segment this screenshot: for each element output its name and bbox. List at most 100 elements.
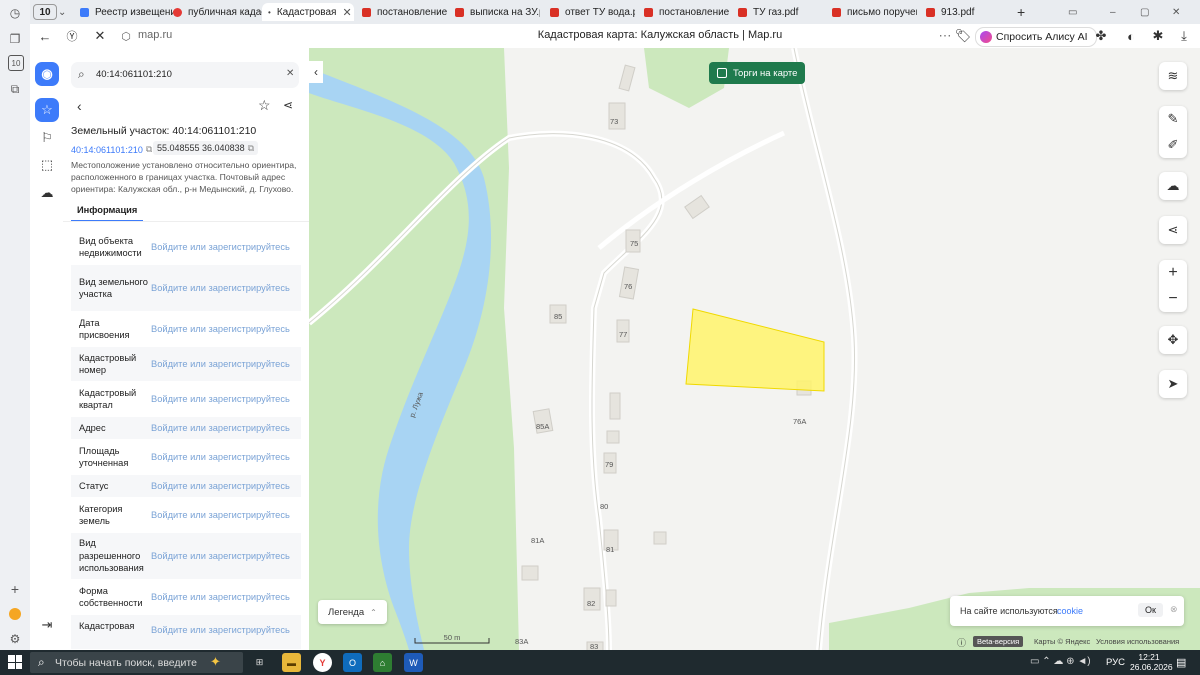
login-link[interactable]: Войдите или зарегистрируйтесь bbox=[151, 242, 290, 252]
coordinates-chip[interactable]: 55.048555 36.040838 ⧉ bbox=[153, 141, 259, 155]
history-icon[interactable]: ◷ bbox=[6, 4, 24, 22]
tab-registry[interactable]: Реестр извещени bbox=[80, 3, 180, 21]
mapru-logo-icon[interactable]: ◉ bbox=[35, 62, 59, 86]
search-input[interactable]: 40:14:061101:210 bbox=[96, 69, 172, 80]
collapse-panel-icon[interactable]: ‹ bbox=[309, 61, 323, 83]
login-icon[interactable]: ⇥ bbox=[35, 613, 59, 637]
alice-icon[interactable] bbox=[6, 605, 24, 623]
zoom-out-icon[interactable]: − bbox=[1168, 290, 1177, 308]
tab-pdf-1[interactable]: постановление б bbox=[362, 3, 447, 21]
selection-icon[interactable]: ⬚ bbox=[35, 153, 59, 177]
yandex-browser-icon[interactable]: Y bbox=[313, 653, 332, 672]
terms-link[interactable]: Условия использования bbox=[1096, 637, 1179, 646]
tabs-counter-icon[interactable]: 10 bbox=[8, 55, 24, 71]
favorite-star-icon[interactable]: ☆ bbox=[258, 97, 271, 114]
login-link[interactable]: Войдите или зарегистрируйтесь bbox=[151, 551, 290, 561]
tab-pdf-4[interactable]: постановление б bbox=[644, 3, 729, 21]
tab-public-cadastre[interactable]: публичная кадас bbox=[173, 3, 269, 21]
map-canvas[interactable]: р. Лужа 73 75 76 85 77 76А 85А 79 80 81А… bbox=[309, 48, 1200, 650]
file-explorer-icon[interactable]: ▬ bbox=[282, 653, 301, 672]
tab-pdf-5[interactable]: ТУ газ.pdf bbox=[738, 3, 823, 21]
layers-icon[interactable]: ≋ bbox=[1159, 62, 1187, 90]
tab-pdf-2[interactable]: выписка на ЗУ.pc bbox=[455, 3, 540, 21]
info-icon[interactable]: ⓘ bbox=[957, 636, 966, 649]
add-panel-icon[interactable]: + bbox=[6, 580, 24, 598]
url-text[interactable]: map.ru bbox=[138, 29, 172, 41]
notifications-icon[interactable]: ▤ bbox=[1176, 656, 1186, 669]
share-icon[interactable]: ⋖ bbox=[1159, 216, 1187, 244]
clock[interactable]: 12:21 26.06.2026 bbox=[1130, 652, 1173, 672]
route-icon[interactable]: ⚐ bbox=[35, 126, 59, 150]
selected-parcel[interactable] bbox=[685, 308, 825, 392]
cookie-link[interactable]: cookie bbox=[1057, 606, 1083, 616]
profile-icon[interactable]: ◐ bbox=[1123, 28, 1139, 44]
login-link[interactable]: Войдите или зарегистрируйтесь bbox=[151, 423, 290, 433]
login-link[interactable]: Войдите или зарегистрируйтесь bbox=[151, 283, 290, 293]
extension-icon[interactable]: ✤ bbox=[1093, 28, 1109, 44]
extensions-puzzle-icon[interactable]: ✱ bbox=[1150, 28, 1166, 44]
login-link[interactable]: Войдите или зарегистрируйтесь bbox=[151, 592, 290, 602]
login-link[interactable]: Войдите или зарегистрируйтесь bbox=[151, 324, 290, 334]
back-arrow-icon[interactable]: ← bbox=[37, 28, 53, 44]
cookie-ok-button[interactable]: Ок bbox=[1138, 603, 1163, 617]
outlook-icon[interactable]: O bbox=[343, 653, 362, 672]
search-box[interactable]: ⌕ 40:14:061101:210 ✕ bbox=[71, 62, 299, 88]
tray-icons[interactable]: ▭ ⌃ ☁ ⊕ ◄) bbox=[1030, 656, 1091, 667]
favorites-star-icon[interactable]: ☆ bbox=[35, 98, 59, 122]
close-tab-icon[interactable]: ✕ bbox=[342, 6, 351, 19]
screenshot-icon[interactable]: ⧉ bbox=[6, 80, 24, 98]
bookmark-icon[interactable]: 🏷 bbox=[955, 28, 972, 44]
cloud-upload-icon[interactable]: ☁ bbox=[1159, 172, 1187, 200]
windows-start-icon[interactable] bbox=[8, 655, 22, 669]
taskbar-search[interactable]: ⌕ Чтобы начать поиск, введите ✦ bbox=[30, 652, 243, 673]
yandex-badge-icon[interactable]: Ⓨ bbox=[64, 28, 80, 44]
login-link[interactable]: Войдите или зарегистрируйтесь bbox=[151, 510, 290, 520]
app-house-icon[interactable]: ⌂ bbox=[373, 653, 392, 672]
auction-toggle[interactable]: Торги на карте bbox=[709, 62, 806, 84]
checkbox-icon[interactable] bbox=[717, 68, 727, 78]
ruler-pencil-icon[interactable]: ✎ bbox=[1168, 111, 1179, 127]
clear-search-icon[interactable]: ✕ bbox=[286, 68, 294, 79]
share-icon[interactable]: ⋖ bbox=[283, 98, 293, 112]
ask-alice-button[interactable]: Спросить Алису AI bbox=[975, 27, 1097, 47]
login-link[interactable]: Войдите или зарегистрируйтесь bbox=[151, 481, 290, 491]
collections-icon[interactable]: ❐ bbox=[6, 30, 24, 48]
fullscreen-icon[interactable]: ✥ bbox=[1159, 326, 1187, 354]
edit-icon[interactable]: ✐ bbox=[1168, 137, 1179, 153]
cadastral-number-chip[interactable]: 40:14:061101:210 ⧉ bbox=[71, 144, 152, 155]
back-chevron-icon[interactable]: ‹ bbox=[77, 98, 82, 114]
word-icon[interactable]: W bbox=[404, 653, 423, 672]
bookmarks-icon[interactable]: ▭ bbox=[1068, 3, 1082, 21]
shield-icon[interactable]: ⬡ bbox=[118, 28, 134, 44]
login-link[interactable]: Войдите или зарегистрируйтесь bbox=[151, 452, 290, 462]
tab-pdf-7[interactable]: 913.pdf bbox=[926, 3, 1006, 21]
copy-icon[interactable]: ⧉ bbox=[146, 144, 152, 155]
geolocation-icon[interactable]: ➤ bbox=[1159, 370, 1187, 398]
tab-pdf-6[interactable]: письмо поручен bbox=[832, 3, 917, 21]
login-link[interactable]: Войдите или зарегистрируйтесь bbox=[151, 394, 290, 404]
maximize-icon[interactable]: ▢ bbox=[1140, 3, 1154, 21]
tab-information[interactable]: Информация bbox=[71, 203, 144, 222]
task-view-icon[interactable]: ⊞ bbox=[250, 653, 269, 672]
copy-icon[interactable]: ⧉ bbox=[248, 143, 254, 154]
tab-pdf-3[interactable]: ответ ТУ вода.pc bbox=[550, 3, 635, 21]
taskbar-search-placeholder[interactable]: Чтобы начать поиск, введите bbox=[55, 657, 197, 669]
chevron-down-icon[interactable]: ⌄ bbox=[58, 3, 70, 21]
download-icon[interactable]: ⤓ bbox=[1176, 28, 1192, 44]
stop-loading-icon[interactable]: ✕ bbox=[92, 28, 108, 44]
cloud-icon[interactable]: ☁ bbox=[35, 181, 59, 205]
settings-icon[interactable]: ⚙ bbox=[6, 630, 24, 648]
close-window-icon[interactable]: ✕ bbox=[1172, 3, 1186, 21]
login-link[interactable]: Войдите или зарегистрируйтесь bbox=[151, 625, 290, 635]
new-tab-icon[interactable]: + bbox=[1017, 3, 1031, 21]
map-layer[interactable]: р. Лужа 73 75 76 85 77 76А 85А 79 80 81А… bbox=[309, 48, 1200, 650]
more-options-icon[interactable]: ⋯ bbox=[937, 28, 953, 44]
cookie-close-icon[interactable]: ⊗ bbox=[1170, 604, 1178, 615]
minimize-icon[interactable]: – bbox=[1110, 3, 1124, 21]
language-indicator[interactable]: РУС bbox=[1106, 657, 1125, 668]
login-link[interactable]: Войдите или зарегистрируйтесь bbox=[151, 359, 290, 369]
tab-count-button[interactable]: 10 bbox=[33, 4, 57, 20]
tab-cadastral-map-active[interactable]: • Кадастровая ✕ bbox=[262, 3, 354, 21]
legend-button[interactable]: Легенда ⌃ bbox=[318, 600, 387, 624]
zoom-in-icon[interactable]: + bbox=[1168, 264, 1177, 282]
